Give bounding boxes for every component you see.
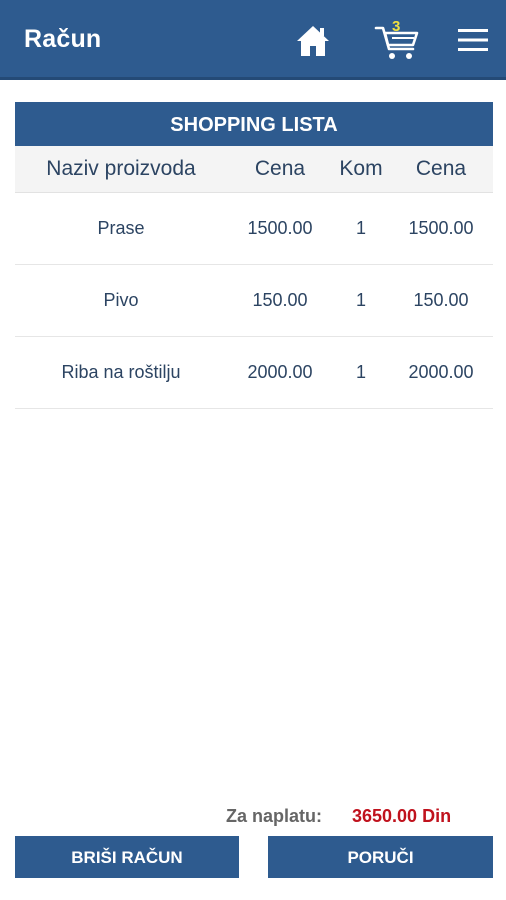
table-row[interactable]: Prase 1500.00 1 1500.00	[15, 193, 493, 265]
table-row[interactable]: Pivo 150.00 1 150.00	[15, 265, 493, 337]
header-total: Cena	[415, 157, 467, 180]
delete-bill-button[interactable]: BRIŠI RAČUN	[15, 836, 239, 878]
menu-icon[interactable]	[458, 28, 488, 52]
header-price: Cena	[254, 157, 306, 180]
product-total: 150.00	[413, 290, 469, 310]
page-title: Račun	[24, 25, 102, 53]
product-name: Riba na roštilju	[61, 362, 181, 382]
home-icon[interactable]	[295, 24, 331, 58]
table-title: SHOPPING LISTA	[15, 102, 493, 146]
product-total: 2000.00	[408, 362, 474, 382]
product-total: 1500.00	[408, 218, 474, 238]
product-name: Prase	[97, 218, 145, 238]
product-quantity: 1	[355, 218, 366, 238]
product-price: 1500.00	[247, 218, 313, 238]
total-amount: 3650.00 Din	[352, 806, 452, 826]
product-quantity: 1	[355, 362, 366, 382]
shopping-table: SHOPPING LISTA Naziv proizvoda Cena Kom …	[15, 102, 493, 409]
table-header: Naziv proizvoda Cena Kom Cena	[15, 146, 493, 193]
table-row[interactable]: Riba na roštilju 2000.00 1 2000.00	[15, 337, 493, 409]
header-quantity: Kom	[339, 157, 383, 180]
product-quantity: 1	[355, 290, 366, 310]
product-price: 150.00	[252, 290, 308, 310]
header-product-name: Naziv proizvoda	[46, 157, 196, 180]
product-price: 2000.00	[247, 362, 313, 382]
total-label: Za naplatu:	[226, 806, 323, 826]
order-button[interactable]: PORUČI	[268, 836, 493, 878]
cart-count-badge: 3	[392, 18, 401, 35]
app-bar: Račun 3	[0, 0, 506, 80]
product-name: Pivo	[103, 290, 139, 310]
